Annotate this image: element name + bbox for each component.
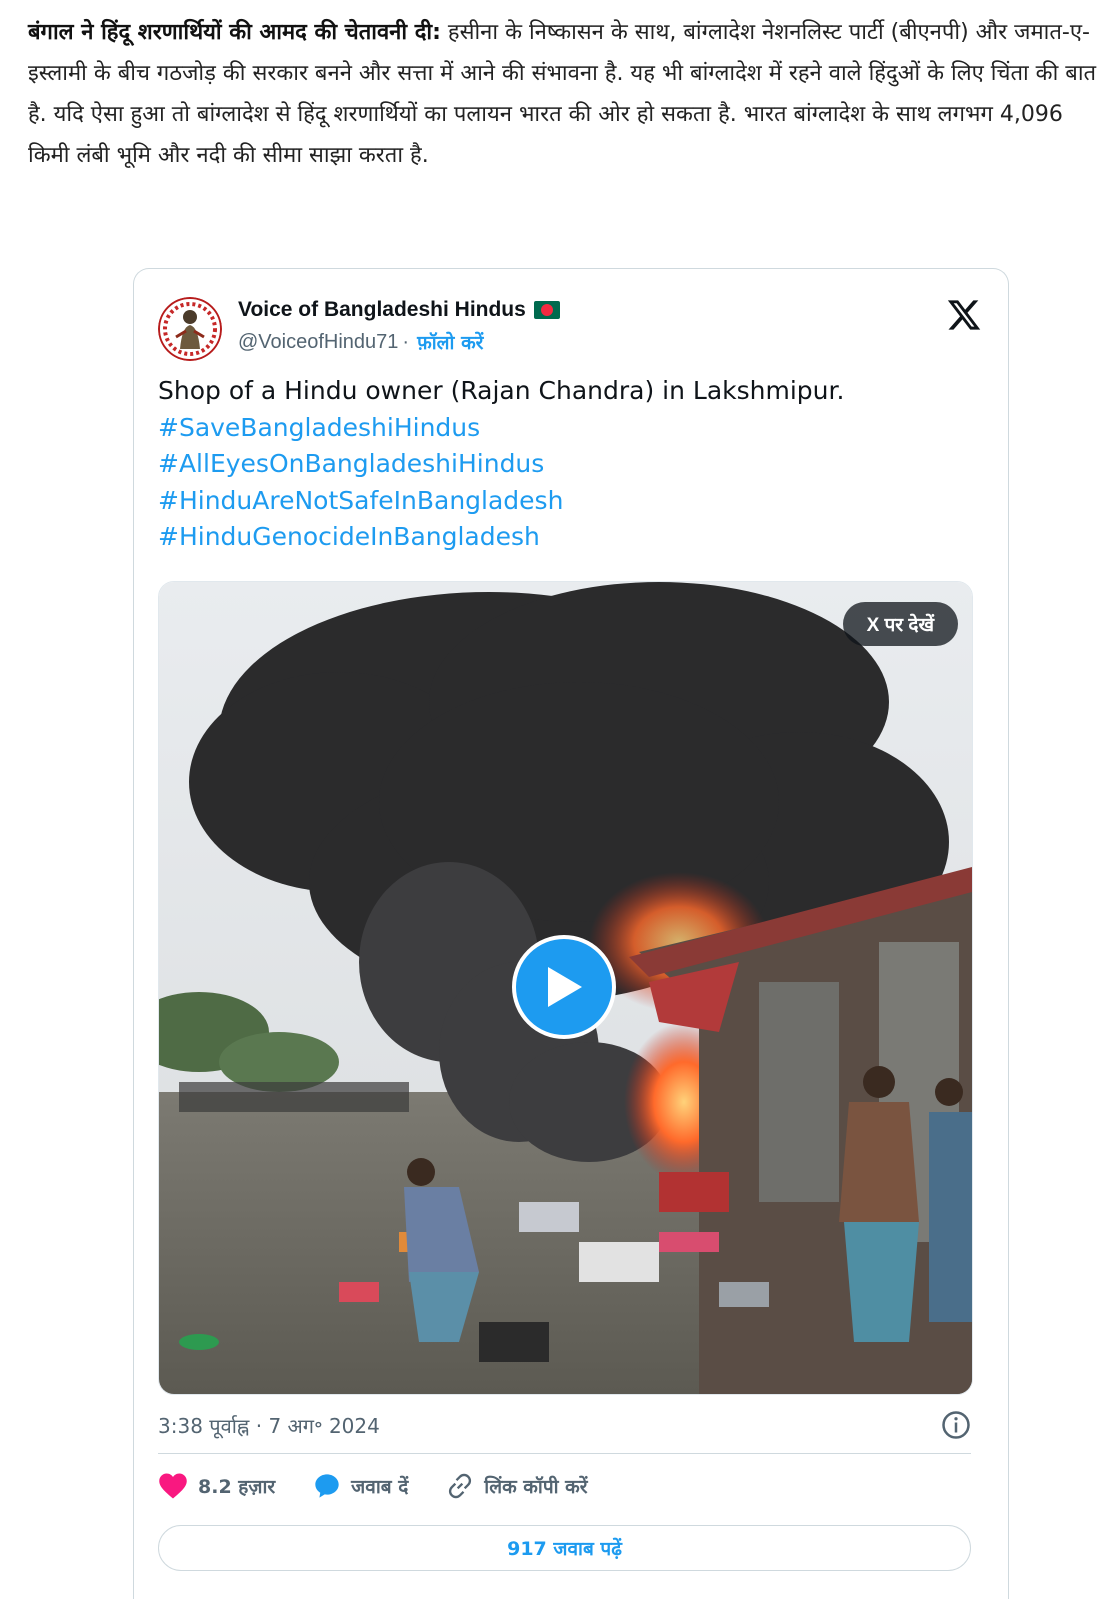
- info-icon[interactable]: [941, 1410, 971, 1440]
- author-handle[interactable]: @VoiceofHindu71: [238, 331, 398, 354]
- author-name[interactable]: Voice of Bangladeshi Hindus: [238, 298, 526, 322]
- tweet-text: Shop of a Hindu owner (Rajan Chandra) in…: [158, 376, 845, 405]
- follow-button[interactable]: फ़ॉलो करें: [417, 329, 483, 355]
- hashtag-link[interactable]: #HinduAreNotSafeInBangladesh: [158, 483, 978, 520]
- divider: [158, 1453, 971, 1454]
- read-replies-button[interactable]: 917 जवाब पढ़ें: [158, 1525, 971, 1571]
- hashtag-link[interactable]: #AllEyesOnBangladeshiHindus: [158, 446, 978, 483]
- author-avatar[interactable]: [158, 297, 222, 361]
- reply-label: जवाब दें: [351, 1476, 409, 1498]
- copy-link-button[interactable]: लिंक कॉपी करें: [446, 1472, 588, 1500]
- reply-button[interactable]: जवाब दें: [313, 1472, 408, 1500]
- separator-dot: ·: [402, 330, 410, 353]
- hashtag-link[interactable]: #HinduGenocideInBangladesh: [158, 519, 978, 556]
- heart-icon: [159, 1473, 187, 1499]
- play-icon: [548, 967, 582, 1007]
- article-paragraph: बंगाल ने हिंदू शरणार्थियों की आमद की चेत…: [28, 12, 1108, 176]
- embedded-tweet-card[interactable]: Voice of Bangladeshi Hindus @VoiceofHind…: [133, 268, 1009, 1599]
- view-on-x-button[interactable]: X पर देखें: [842, 602, 958, 646]
- like-button[interactable]: 8.2 हज़ार: [158, 1472, 275, 1500]
- tweet-timestamp[interactable]: 3:38 पूर्वाह्न · 7 अग॰ 2024: [158, 1412, 380, 1439]
- like-count: 8.2 हज़ार: [198, 1476, 276, 1498]
- tweet-body: Shop of a Hindu owner (Rajan Chandra) in…: [158, 373, 978, 556]
- copy-link-label: लिंक कॉपी करें: [484, 1476, 588, 1498]
- link-icon: [449, 1473, 472, 1499]
- article-lead-heading: बंगाल ने हिंदू शरणार्थियों की आमद की चेत…: [28, 20, 441, 45]
- x-logo-icon[interactable]: [946, 297, 982, 333]
- bangladesh-flag-icon: [533, 301, 560, 319]
- hashtag-link[interactable]: #SaveBangladeshiHindus: [158, 410, 978, 447]
- play-button[interactable]: [512, 935, 616, 1039]
- reply-bubble-icon: [315, 1474, 339, 1498]
- tweet-video[interactable]: X पर देखें: [158, 581, 973, 1395]
